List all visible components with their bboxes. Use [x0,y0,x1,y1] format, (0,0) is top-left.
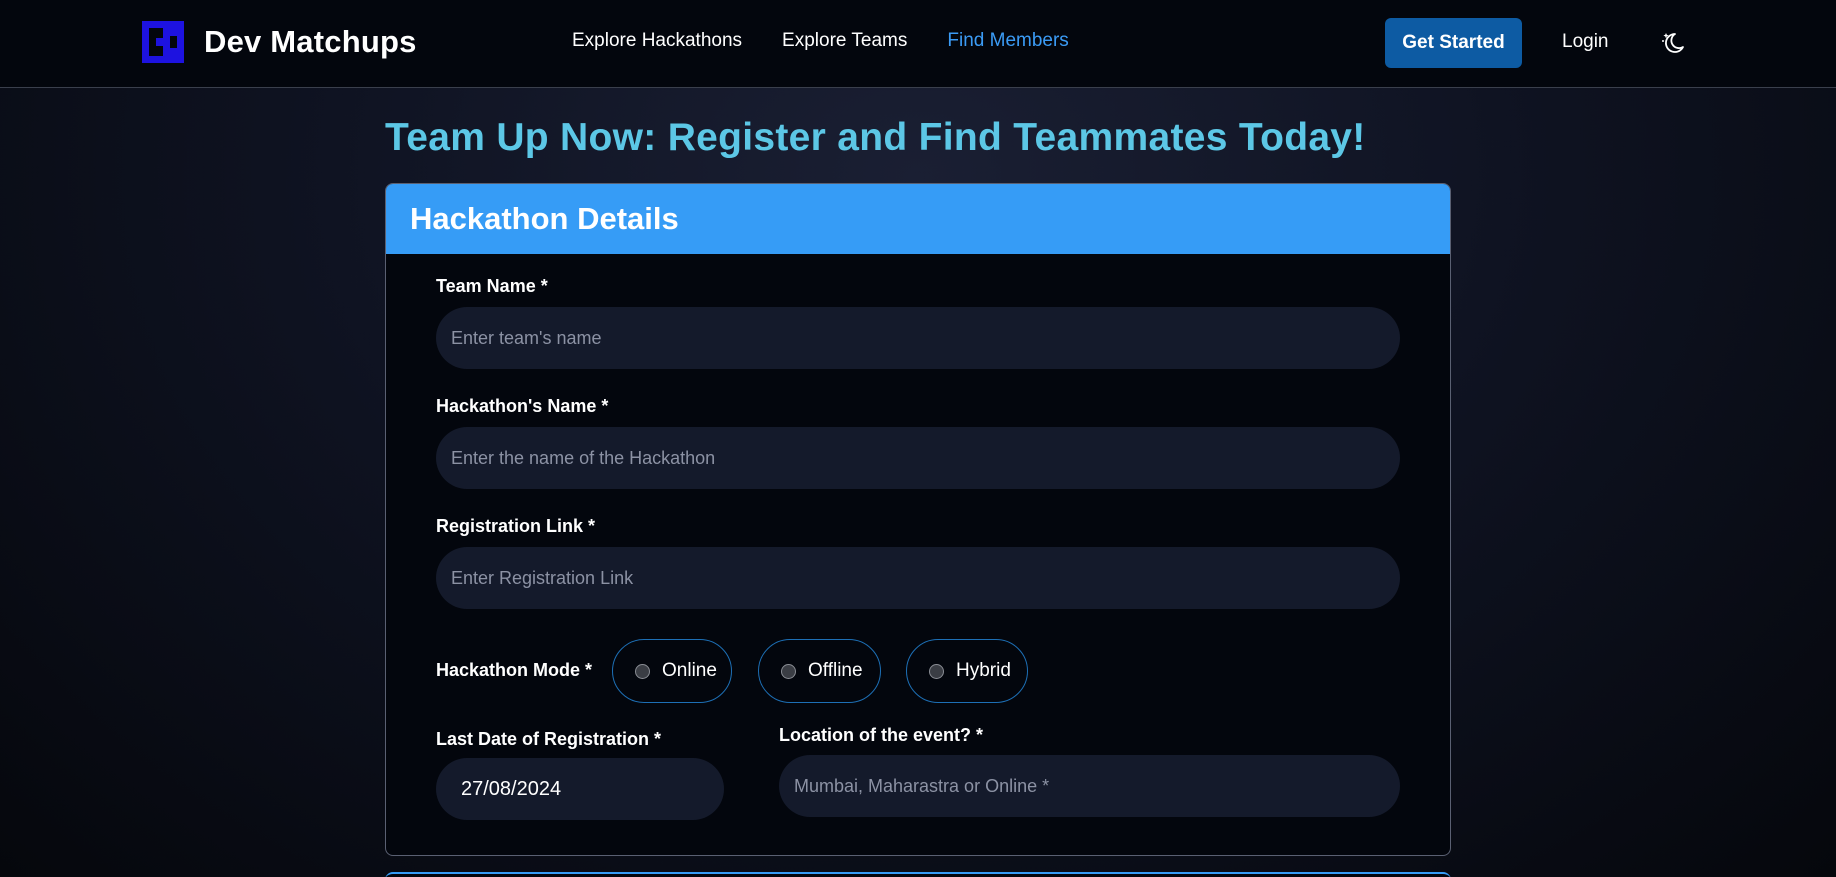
location-label: Location of the event? * [779,725,984,745]
hackathon-name-input[interactable] [436,427,1400,489]
nav-link-explore-hackathons[interactable]: Explore Hackathons [572,30,742,52]
page-title: Team Up Now: Register and Find Teammates… [385,116,1366,159]
login-link[interactable]: Login [1562,31,1609,53]
mode-option-offline[interactable]: Offline [758,639,881,703]
radio-label: Online [662,660,717,681]
section-title: Hackathon Details [410,201,679,236]
radio-label: Offline [808,660,863,681]
card-header: Hackathon Details [386,184,1450,254]
last-date-label: Last Date of Registration * [436,729,662,749]
brand-name: Dev Matchups [204,24,417,59]
team-name-input[interactable] [436,307,1400,369]
moon-stars-icon[interactable] [1660,30,1686,56]
hackathon-mode-label: Hackathon Mode * [436,660,593,680]
radio-unchecked-icon [635,663,650,679]
team-name-label: Team Name * [436,276,548,296]
hackathon-name-label: Hackathon's Name * [436,396,609,416]
last-date-input[interactable]: 27/08/2024 [436,758,724,820]
hackathon-details-card: Hackathon Details Team Name * Hackathon'… [385,183,1451,856]
get-started-button[interactable]: Get Started [1385,18,1522,68]
dev-matchups-logo-icon [142,21,184,63]
brand[interactable]: Dev Matchups [142,20,417,64]
nav-link-find-members[interactable]: Find Members [947,30,1068,52]
radio-unchecked-icon [781,663,796,679]
radio-unchecked-icon [929,663,944,679]
mode-option-hybrid[interactable]: Hybrid [906,639,1028,703]
radio-label: Hybrid [956,660,1011,681]
location-input[interactable] [779,755,1400,817]
registration-link-label: Registration Link * [436,516,596,536]
next-section-card-edge [385,872,1451,877]
registration-link-input[interactable] [436,547,1400,609]
last-date-value: 27/08/2024 [461,777,562,800]
mode-option-online[interactable]: Online [612,639,732,703]
navbar: Dev Matchups Explore Hackathons Explore … [0,0,1836,88]
nav-link-explore-teams[interactable]: Explore Teams [782,30,907,52]
main-nav: Explore Hackathons Explore Teams Find Me… [572,30,1109,52]
